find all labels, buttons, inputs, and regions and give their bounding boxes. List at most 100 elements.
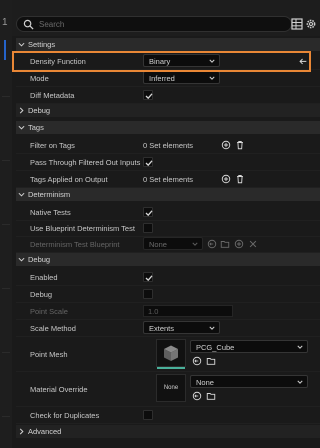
property-label: Check for Duplicates [30, 411, 100, 420]
checkmark-icon [145, 93, 153, 100]
row-debug: Debug [16, 286, 320, 303]
row-material-override: Material Override None None [16, 372, 320, 407]
section-debug[interactable]: Debug [16, 253, 320, 266]
row-scale-method: Scale Method Extents [16, 320, 320, 337]
thumbnail-label: None [163, 385, 179, 391]
section-determinism[interactable]: Determinism [16, 188, 320, 201]
set-elements-count: 0 Set elements [143, 141, 194, 150]
row-enabled: Enabled [16, 269, 320, 286]
property-label: Mode [30, 74, 49, 83]
section-label: Determinism [28, 190, 71, 199]
scale-method-dropdown[interactable]: Extents [143, 321, 220, 334]
row-mode: Mode Inferred [16, 70, 320, 87]
mesh-thumbnail[interactable] [156, 339, 186, 369]
chevron-down-icon [297, 345, 303, 349]
checkmark-icon [145, 210, 153, 217]
property-label: Point Mesh [30, 350, 68, 359]
row-diff-metadata: Diff Metadata [16, 87, 320, 104]
cube-mesh-icon [164, 345, 178, 361]
add-element-icon[interactable] [221, 174, 231, 184]
dropdown-value: None [196, 378, 214, 387]
details-toolbar: Search [12, 0, 320, 36]
browse-folder-icon[interactable] [206, 391, 216, 401]
chevron-down-icon [18, 257, 25, 262]
point-scale-field[interactable]: 1.0 [143, 305, 233, 317]
gear-icon[interactable] [305, 18, 317, 30]
property-label: Scale Method [30, 324, 76, 333]
browse-folder-icon[interactable] [206, 356, 216, 366]
row-check-duplicates: Check for Duplicates [16, 407, 320, 424]
use-selected-icon[interactable] [207, 239, 217, 249]
pass-through-checkbox[interactable] [143, 157, 153, 167]
section-label: Settings [28, 40, 56, 49]
property-label: Enabled [30, 273, 58, 282]
property-label: Pass Through Filtered Out Inputs [30, 158, 141, 167]
point-mesh-dropdown[interactable]: PCG_Cube [190, 340, 308, 353]
section-label: Debug [28, 255, 51, 264]
use-blueprint-checkbox[interactable] [143, 223, 153, 233]
dropdown-value: Inferred [149, 74, 175, 83]
search-icon [23, 19, 34, 30]
field-value: 1.0 [148, 307, 159, 316]
mode-dropdown[interactable]: Inferred [143, 71, 220, 84]
search-box[interactable]: Search [16, 16, 292, 32]
enabled-checkbox[interactable] [143, 272, 153, 282]
section-debug-collapsed[interactable]: Debug [16, 104, 320, 117]
row-use-blueprint-test: Use Blueprint Determinism Test [16, 220, 320, 237]
material-override-dropdown[interactable]: None [190, 375, 308, 388]
row-filter-on-tags: Filter on Tags 0 Set elements [16, 137, 320, 154]
section-tags[interactable]: Tags [16, 121, 320, 134]
chevron-right-icon [19, 107, 24, 114]
dropdown-value: Extents [149, 324, 175, 333]
use-selected-icon[interactable] [192, 356, 202, 366]
property-label: Diff Metadata [30, 91, 75, 100]
property-label: Filter on Tags [30, 141, 75, 150]
add-element-icon[interactable] [221, 140, 231, 150]
browse-folder-icon[interactable] [220, 239, 230, 249]
chevron-down-icon [209, 76, 215, 80]
chevron-right-icon [19, 428, 24, 435]
chevron-down-icon [18, 125, 25, 130]
section-label: Tags [28, 123, 44, 132]
dropdown-value: None [149, 240, 167, 249]
chevron-down-icon [18, 42, 25, 47]
section-advanced[interactable]: Advanced [16, 425, 320, 438]
highlight-box [12, 51, 311, 72]
property-label: Native Tests [30, 208, 71, 217]
test-blueprint-dropdown[interactable]: None [143, 237, 203, 250]
native-tests-checkbox[interactable] [143, 207, 153, 217]
close-icon[interactable] [248, 239, 258, 249]
row-point-scale: Point Scale 1.0 [16, 303, 320, 320]
trash-icon[interactable] [235, 174, 245, 184]
add-element-icon[interactable] [234, 239, 244, 249]
section-label: Debug [28, 106, 51, 115]
gutter-accent [4, 40, 6, 60]
set-elements-count: 0 Set elements [143, 175, 194, 184]
asset-type-bar [157, 367, 185, 369]
row-point-mesh: Point Mesh PCG_Cube [16, 337, 320, 372]
search-placeholder: Search [39, 20, 65, 29]
row-tags-applied: Tags Applied on Output 0 Set elements [16, 171, 320, 188]
section-label: Advanced [28, 427, 62, 436]
property-label: Determinism Test Blueprint [30, 240, 120, 249]
diff-metadata-checkbox[interactable] [143, 90, 153, 100]
trash-icon[interactable] [235, 140, 245, 150]
section-settings[interactable]: Settings [16, 38, 320, 51]
check-duplicates-checkbox[interactable] [143, 410, 153, 420]
chevron-down-icon [192, 242, 198, 246]
debug-checkbox[interactable] [143, 289, 153, 299]
dropdown-value: PCG_Cube [196, 343, 235, 352]
property-label: Point Scale [30, 307, 68, 316]
row-pass-through: Pass Through Filtered Out Inputs [16, 154, 320, 171]
checkmark-icon [145, 160, 153, 167]
chevron-down-icon [297, 380, 303, 384]
property-label: Use Blueprint Determinism Test [30, 224, 135, 233]
property-label: Debug [30, 290, 53, 299]
use-selected-icon[interactable] [192, 391, 202, 401]
row-test-blueprint: Determinism Test Blueprint None [16, 236, 320, 253]
gutter-number: 1 [2, 17, 8, 28]
property-label: Material Override [30, 385, 88, 394]
row-native-tests: Native Tests [16, 204, 320, 221]
table-view-icon[interactable] [291, 18, 303, 30]
material-thumbnail[interactable]: None [156, 374, 186, 402]
